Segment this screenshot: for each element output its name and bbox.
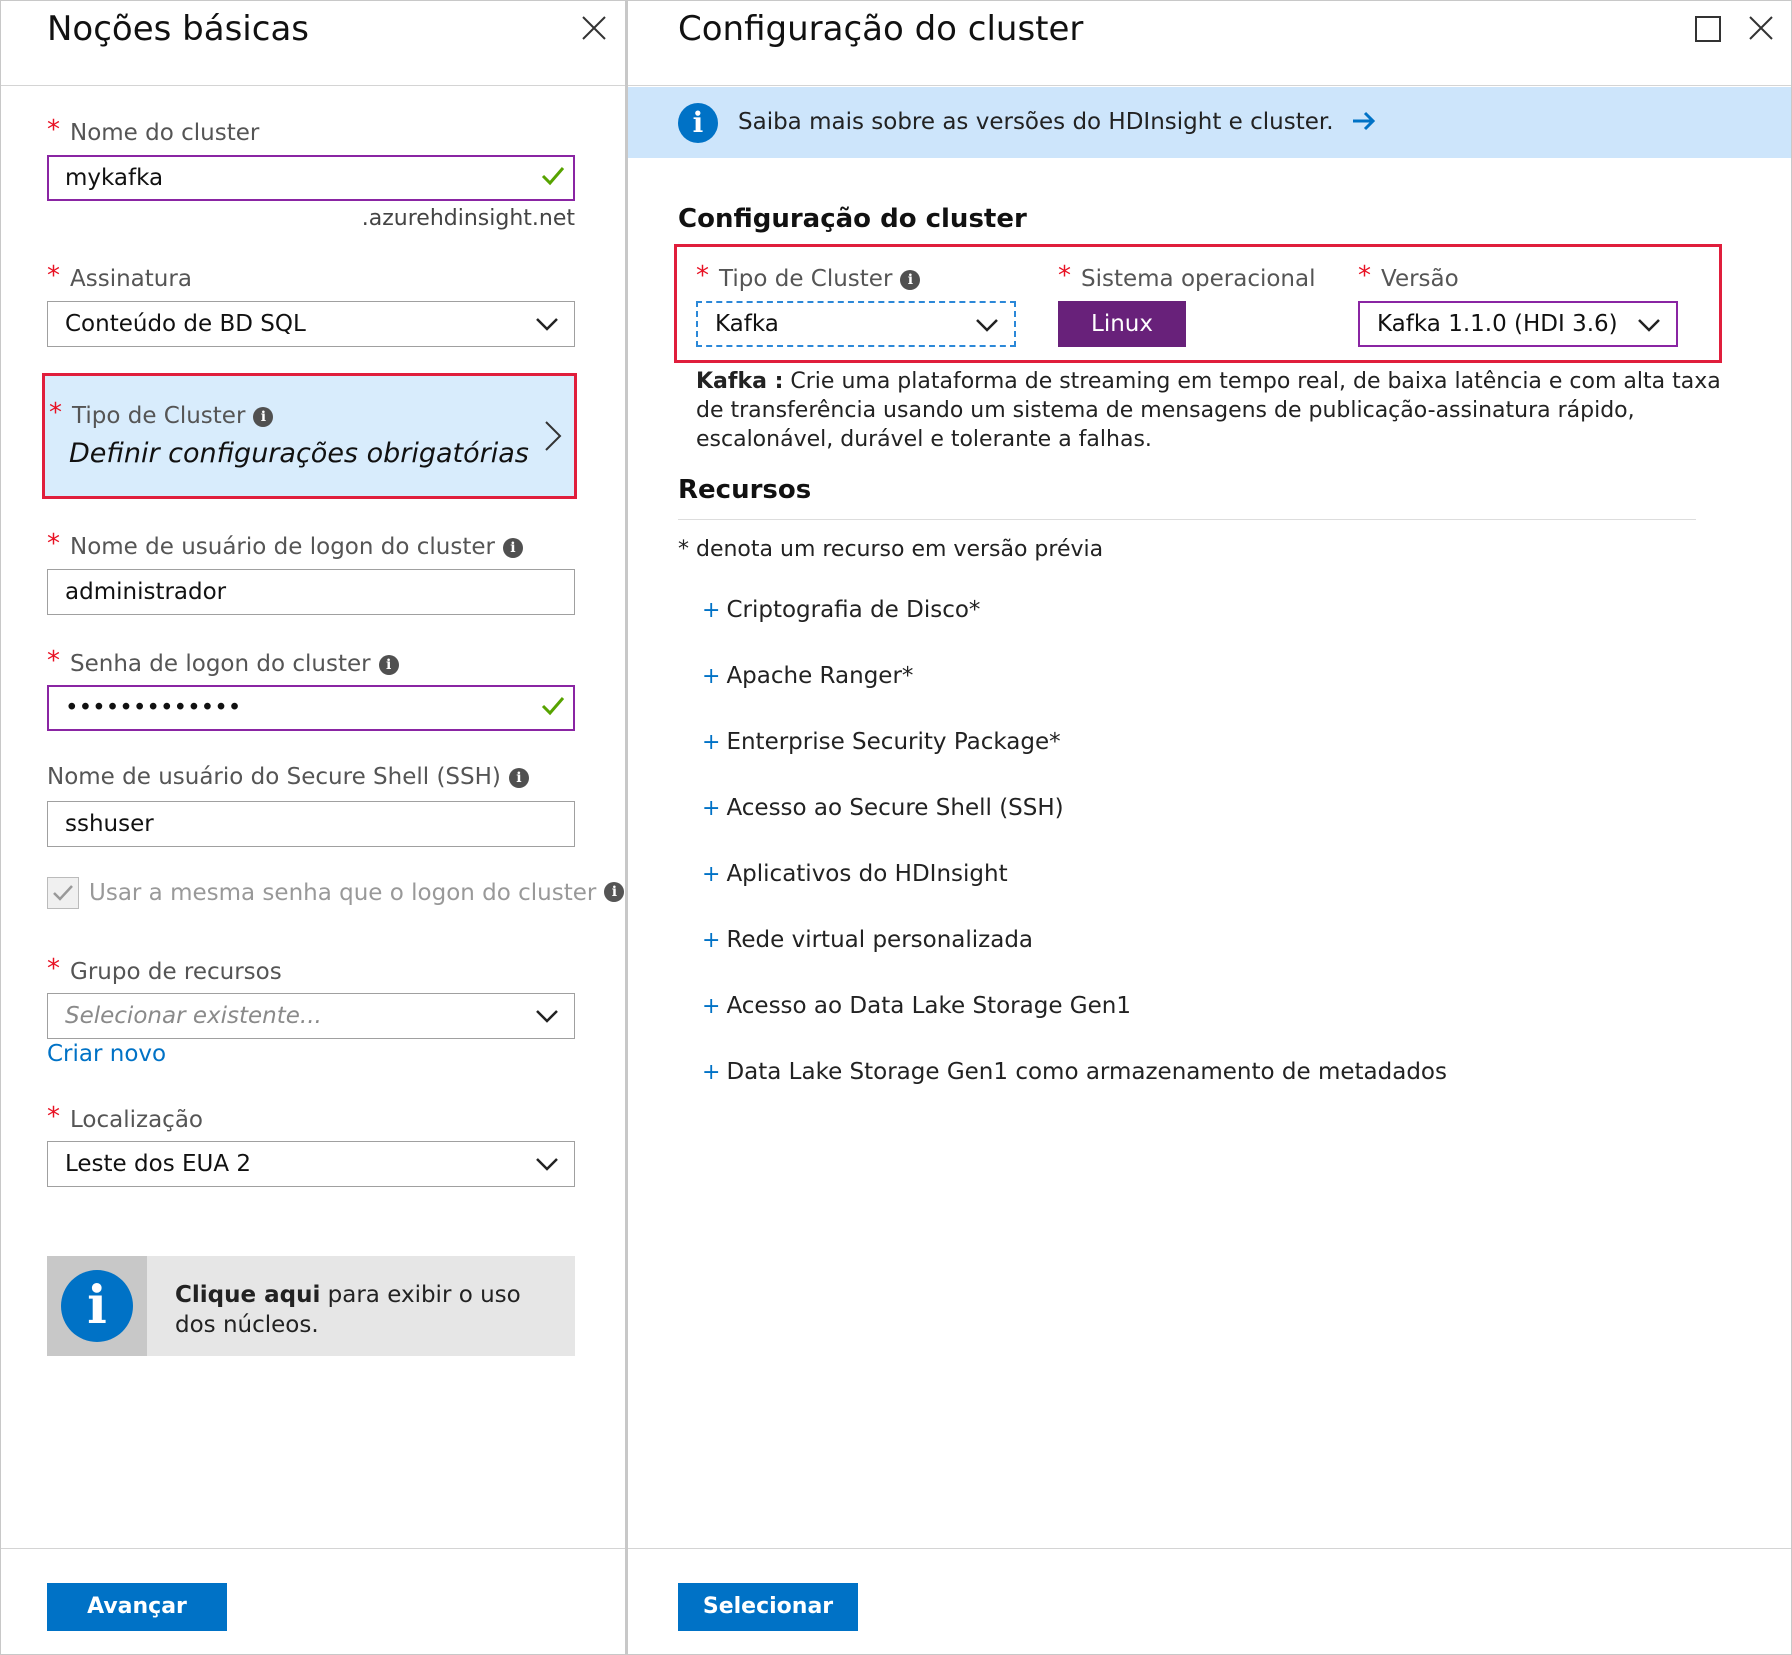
arrow-right-icon <box>1352 111 1375 131</box>
feature-item[interactable]: + Acesso ao Secure Shell (SSH) <box>702 795 1064 821</box>
section-title-resources: Recursos <box>678 475 812 505</box>
resource-group-label: * Grupo de recursos <box>47 954 282 985</box>
location-dropdown[interactable]: Leste dos EUA 2 <box>47 1141 575 1187</box>
banner-text: Saiba mais sobre as versões do HDInsight… <box>738 109 1334 135</box>
chevron-down-icon <box>976 319 998 332</box>
cluster-type-label: * Tipo de Cluster i <box>49 398 274 430</box>
login-username-input[interactable]: administrador <box>47 569 575 615</box>
version-label: * Versão <box>1358 261 1459 292</box>
checkmark-icon <box>541 697 565 716</box>
plus-icon: + <box>702 664 721 689</box>
chevron-right-icon <box>545 421 562 451</box>
cluster-type-description: Kafka : Crie uma plataforma de streaming… <box>696 369 1721 452</box>
ssh-username-label: Nome de usuário do Secure Shell (SSH) i <box>47 764 529 790</box>
info-icon[interactable]: i <box>900 270 921 290</box>
basics-blade-header: Noções básicas <box>1 1 625 86</box>
login-password-input[interactable]: ••••••••••••• <box>47 685 575 731</box>
versions-info-banner[interactable]: i Saiba mais sobre as versões do HDInsig… <box>628 87 1791 158</box>
info-icon[interactable]: i <box>604 881 625 902</box>
subscription-dropdown[interactable]: Conteúdo de BD SQL <box>47 301 575 347</box>
plus-icon: + <box>702 1060 721 1085</box>
next-button[interactable]: Avançar <box>47 1583 227 1631</box>
basics-blade-footer: Avançar <box>1 1548 625 1654</box>
info-icon[interactable]: i <box>253 407 274 427</box>
checkmark-icon <box>541 167 565 186</box>
chevron-down-icon <box>536 318 558 331</box>
feature-item[interactable]: + Aplicativos do HDInsight <box>702 861 1008 887</box>
create-new-link[interactable]: Criar novo <box>47 1041 166 1067</box>
cores-usage-info[interactable]: i Clique aqui para exibir o uso dos núcl… <box>47 1256 575 1356</box>
cluster-config-blade-footer: Selecionar <box>628 1548 1791 1654</box>
feature-label: Aplicativos do HDInsight <box>726 861 1008 887</box>
close-icon[interactable] <box>1740 9 1780 49</box>
same-password-label: Usar a mesma senha que o logon do cluste… <box>89 880 597 906</box>
ssh-username-input[interactable]: sshuser <box>47 801 575 847</box>
chevron-down-icon <box>1638 319 1660 332</box>
feature-item[interactable]: + Rede virtual personalizada <box>702 927 1033 953</box>
close-icon[interactable] <box>573 9 613 49</box>
cores-usage-text: Clique aqui para exibir o uso dos núcleo… <box>175 1282 521 1338</box>
plus-icon: + <box>702 598 721 623</box>
divider <box>678 519 1696 520</box>
feature-item[interactable]: + Apache Ranger* <box>702 663 913 689</box>
cluster-config-blade-header: Configuração do cluster <box>628 1 1791 86</box>
os-linux-button[interactable]: Linux <box>1058 301 1186 347</box>
info-icon[interactable]: i <box>378 655 399 675</box>
cluster-type-dropdown[interactable]: Kafka <box>695 300 1017 348</box>
info-icon: i <box>61 1270 133 1342</box>
cluster-config-blade: Configuração do cluster i Saiba mais sob… <box>626 0 1792 1655</box>
cluster-config-blade-title: Configuração do cluster <box>678 9 1084 49</box>
basics-blade: Noções básicas * Nome do cluster mykafka … <box>0 0 626 1655</box>
cluster-type-selector[interactable]: * Tipo de Cluster i Definir configurações … <box>42 373 577 499</box>
cluster-type-label: * Tipo de Cluster i <box>696 261 921 293</box>
login-username-label: * Nome de usuário de logon do cluster i <box>47 529 523 561</box>
info-icon[interactable]: i <box>508 768 529 788</box>
plus-icon: + <box>702 928 721 953</box>
cluster-name-label: * Nome do cluster <box>47 115 260 146</box>
subscription-label: * Assinatura <box>47 261 192 292</box>
feature-label: Enterprise Security Package* <box>726 729 1061 755</box>
feature-item[interactable]: + Data Lake Storage Gen1 como armazenamen… <box>702 1059 1447 1085</box>
plus-icon: + <box>702 796 721 821</box>
section-title-cluster-config: Configuração do cluster <box>678 204 1027 234</box>
select-button[interactable]: Selecionar <box>678 1583 858 1631</box>
feature-item[interactable]: + Criptografia de Disco* <box>702 597 980 623</box>
plus-icon: + <box>702 730 721 755</box>
preview-note: * denota um recurso em versão prévia <box>678 537 1104 562</box>
chevron-down-icon <box>536 1010 558 1023</box>
plus-icon: + <box>702 862 721 887</box>
required-marker: * <box>47 115 60 145</box>
maximize-icon[interactable] <box>1688 9 1728 49</box>
cluster-name-input[interactable]: mykafka <box>47 155 575 201</box>
version-dropdown[interactable]: Kafka 1.1.0 (HDI 3.6) <box>1358 301 1678 347</box>
feature-label: Apache Ranger* <box>726 663 914 689</box>
feature-label: Acesso ao Secure Shell (SSH) <box>726 795 1064 821</box>
login-password-label: * Senha de logon do cluster i <box>47 646 399 678</box>
feature-label: Data Lake Storage Gen1 como armazenament… <box>726 1059 1447 1085</box>
plus-icon: + <box>702 994 721 1019</box>
same-password-option: Usar a mesma senha que o logon do cluste… <box>47 877 625 911</box>
resource-group-dropdown[interactable]: Selecionar existente... <box>47 993 575 1039</box>
domain-suffix: .azurehdinsight.net <box>361 206 575 231</box>
feature-item[interactable]: + Acesso ao Data Lake Storage Gen1 <box>702 993 1131 1019</box>
feature-label: Rede virtual personalizada <box>726 927 1034 953</box>
basics-blade-title: Noções básicas <box>47 9 309 49</box>
location-label: * Localização <box>47 1102 203 1133</box>
same-password-checkbox[interactable] <box>47 877 79 909</box>
feature-item[interactable]: + Enterprise Security Package* <box>702 729 1061 755</box>
chevron-down-icon <box>536 1158 558 1171</box>
info-icon: i <box>678 103 718 143</box>
info-icon[interactable]: i <box>502 538 523 558</box>
feature-label: Criptografia de Disco* <box>726 597 981 623</box>
feature-label: Acesso ao Data Lake Storage Gen1 <box>726 993 1131 1019</box>
os-label: * Sistema operacional <box>1058 261 1316 292</box>
cluster-type-value: Definir configurações obrigatórias <box>69 438 529 469</box>
